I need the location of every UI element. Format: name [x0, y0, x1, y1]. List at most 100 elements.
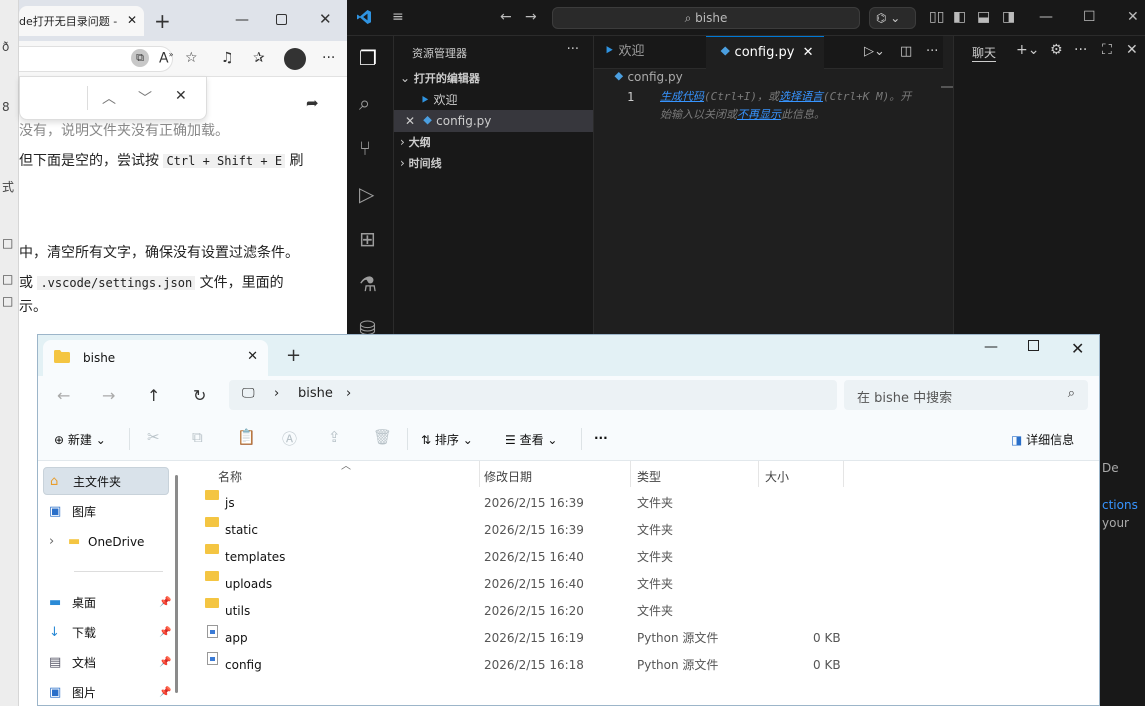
- maximize-panel-icon[interactable]: ⛶: [1102, 42, 1112, 58]
- chevron-down-icon[interactable]: ﹀: [138, 88, 152, 108]
- pin-icon[interactable]: 📌: [159, 589, 171, 617]
- address-input[interactable]: [19, 46, 173, 72]
- close-window-icon[interactable]: ✕: [319, 10, 332, 28]
- search-icon[interactable]: ⌕: [359, 91, 370, 115]
- tab-config[interactable]: ⯁ config.py ✕: [706, 36, 824, 69]
- maximize-icon[interactable]: [1028, 340, 1039, 351]
- timeline-section[interactable]: › 时间线: [394, 152, 593, 174]
- tab-welcome[interactable]: ⯈ 欢迎: [594, 36, 704, 69]
- column-header-type[interactable]: 类型: [637, 468, 661, 485]
- open-editors-section[interactable]: ⌄ 打开的编辑器: [394, 67, 593, 89]
- chevron-right-icon[interactable]: ›: [49, 528, 54, 556]
- table-row[interactable]: static 2026/2/15 16:39 文件夹: [184, 517, 1099, 544]
- new-tab-icon[interactable]: +: [154, 9, 171, 33]
- outline-section[interactable]: › 大纲: [394, 131, 593, 153]
- column-header-size[interactable]: 大小: [765, 468, 789, 485]
- run-debug-icon[interactable]: ▷: [359, 182, 374, 206]
- more-icon[interactable]: ···: [1074, 42, 1087, 58]
- new-button[interactable]: ⊕ 新建 ⌄: [54, 431, 106, 448]
- sort-button[interactable]: ⇅ 排序 ⌄: [421, 431, 473, 448]
- minimize-icon[interactable]: —: [984, 339, 998, 355]
- copy-icon[interactable]: ⧉: [192, 428, 203, 446]
- column-header-date[interactable]: 修改日期: [484, 468, 532, 485]
- close-window-icon[interactable]: ✕: [1127, 9, 1139, 25]
- chat-link[interactable]: ctions: [1102, 498, 1138, 512]
- fe-tab[interactable]: bishe ✕: [43, 340, 268, 376]
- run-icon[interactable]: ▷⌄: [864, 44, 885, 59]
- close-icon[interactable]: ✕: [127, 13, 137, 27]
- pin-icon[interactable]: 📌: [159, 649, 171, 677]
- nav-gallery[interactable]: ▣ 图库: [43, 498, 169, 526]
- table-row[interactable]: config 2026/2/15 16:18 Python 源文件 0 KB: [184, 652, 1099, 679]
- read-aloud-icon[interactable]: A»: [159, 50, 173, 67]
- toggle-sidebar-icon[interactable]: ◧: [953, 9, 966, 25]
- more-icon[interactable]: ···: [594, 431, 608, 445]
- more-icon[interactable]: ···: [567, 42, 579, 57]
- minimap[interactable]: [941, 86, 953, 88]
- minimize-icon[interactable]: —: [1039, 9, 1053, 25]
- share-icon[interactable]: ⇪: [328, 428, 341, 446]
- close-icon[interactable]: ✕: [247, 349, 258, 364]
- dont-show-link[interactable]: 不再显示: [737, 108, 781, 121]
- chevron-right-icon[interactable]: ›: [346, 386, 351, 401]
- maximize-icon[interactable]: [276, 14, 287, 25]
- path-segment[interactable]: bishe: [298, 386, 333, 401]
- nav-pictures[interactable]: ▣ 图片 📌: [43, 679, 171, 705]
- open-editor-item[interactable]: ✕ ⯁ config.py: [394, 110, 593, 132]
- details-button[interactable]: ◨ 详细信息: [1011, 431, 1074, 448]
- generate-code-link[interactable]: 生成代码: [660, 90, 704, 103]
- address-bar[interactable]: 🖵 › bishe ›: [229, 380, 837, 410]
- nav-home[interactable]: ⌂ 主文件夹: [43, 467, 169, 495]
- extensions-icon[interactable]: ⊞: [359, 227, 376, 251]
- nav-desktop[interactable]: ▬ 桌面 📌: [43, 589, 171, 617]
- browser-tab[interactable]: de打开无目录问题 - ✕: [19, 6, 144, 36]
- new-chat-icon[interactable]: +⌄: [1016, 42, 1039, 58]
- close-icon[interactable]: ✕: [405, 114, 415, 128]
- music-note-icon[interactable]: ♫: [221, 50, 234, 66]
- pin-icon[interactable]: 📌: [159, 619, 171, 647]
- app-available-icon[interactable]: ⧉: [131, 49, 149, 67]
- rename-icon[interactable]: Ⓐ: [282, 428, 297, 449]
- more-icon[interactable]: ···: [322, 50, 335, 66]
- table-row[interactable]: app 2026/2/15 16:19 Python 源文件 0 KB: [184, 625, 1099, 652]
- favorite-star-icon[interactable]: ☆: [185, 50, 198, 66]
- close-icon[interactable]: ✕: [803, 45, 814, 60]
- close-window-icon[interactable]: ✕: [1071, 339, 1084, 358]
- table-row[interactable]: templates 2026/2/15 16:40 文件夹: [184, 544, 1099, 571]
- pin-icon[interactable]: 📌: [159, 679, 171, 705]
- forward-icon[interactable]: →: [525, 9, 537, 25]
- command-center[interactable]: ⌕ bishe: [552, 7, 860, 29]
- nav-documents[interactable]: ▤ 文档 📌: [43, 649, 171, 677]
- select-language-link[interactable]: 选择语言: [779, 90, 823, 103]
- refresh-icon[interactable]: ↻: [193, 386, 206, 405]
- close-icon[interactable]: ✕: [175, 88, 187, 104]
- delete-icon[interactable]: 🗑: [373, 428, 392, 446]
- avatar[interactable]: [284, 48, 306, 70]
- table-row[interactable]: uploads 2026/2/15 16:40 文件夹: [184, 571, 1099, 598]
- table-row[interactable]: js 2026/2/15 16:39 文件夹: [184, 490, 1099, 517]
- testing-icon[interactable]: ⚗: [359, 272, 377, 296]
- layout-customize-icon[interactable]: ▯▯: [929, 9, 944, 25]
- cut-icon[interactable]: ✂: [147, 428, 160, 446]
- forward-icon[interactable]: →: [102, 386, 115, 405]
- close-icon[interactable]: ✕: [1126, 42, 1138, 58]
- split-editor-icon[interactable]: ◫: [900, 44, 912, 59]
- open-editor-item[interactable]: ⯈ 欢迎: [394, 89, 593, 111]
- toggle-panel-icon[interactable]: ⬓: [977, 9, 990, 25]
- chat-title[interactable]: 聊天: [972, 44, 997, 62]
- nav-onedrive[interactable]: › ▬ OneDrive: [43, 528, 169, 556]
- chevron-up-icon[interactable]: ︿: [102, 88, 116, 108]
- paste-icon[interactable]: 📋: [237, 428, 256, 446]
- gear-icon[interactable]: ⚙: [1050, 42, 1063, 58]
- back-icon[interactable]: ←: [57, 386, 70, 405]
- toggle-secondary-sidebar-icon[interactable]: ◨: [1002, 9, 1015, 25]
- more-icon[interactable]: ···: [926, 44, 938, 59]
- share-icon[interactable]: ➦: [306, 94, 319, 112]
- nav-downloads[interactable]: ↓ 下载 📌: [43, 619, 171, 647]
- maximize-icon[interactable]: ☐: [1083, 9, 1096, 25]
- back-icon[interactable]: ←: [500, 9, 512, 25]
- new-tab-icon[interactable]: +: [286, 345, 301, 366]
- up-icon[interactable]: ↑: [147, 386, 160, 405]
- column-header-name[interactable]: 名称: [218, 468, 242, 485]
- view-button[interactable]: ☰ 查看 ⌄: [505, 431, 557, 448]
